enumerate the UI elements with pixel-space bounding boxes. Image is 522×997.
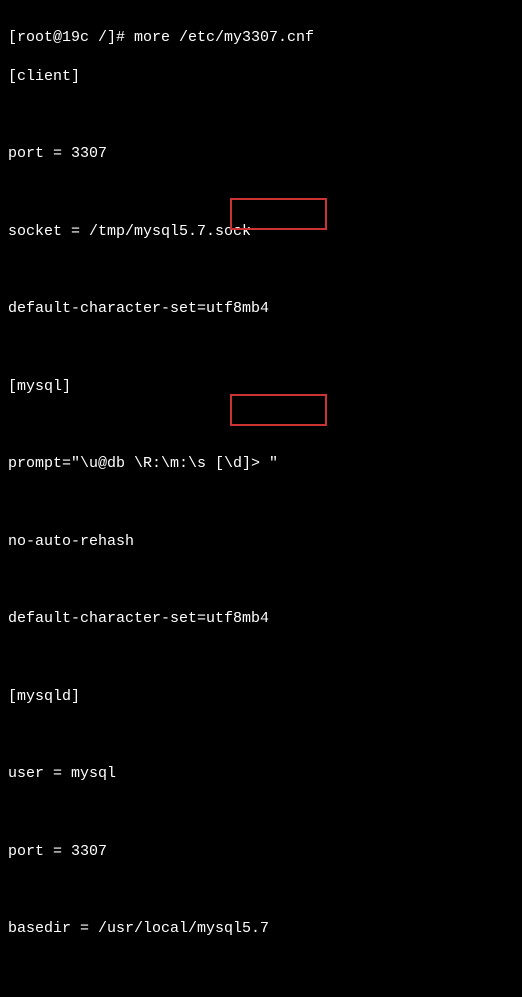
config-line: no-auto-rehash bbox=[8, 532, 514, 552]
terminal-output: [root@19c /]# more /etc/my3307.cnf [clie… bbox=[8, 8, 514, 997]
config-line: [mysql] bbox=[8, 377, 514, 397]
config-line bbox=[8, 416, 514, 435]
config-line: default-character-set=utf8mb4 bbox=[8, 299, 514, 319]
command-line: [root@19c /]# more /etc/my3307.cnf bbox=[8, 28, 514, 48]
prompt: [root@19c /]# bbox=[8, 29, 134, 46]
config-line bbox=[8, 571, 514, 590]
config-line bbox=[8, 493, 514, 512]
config-line bbox=[8, 881, 514, 900]
config-line: prompt="\u@db \R:\m:\s [\d]> " bbox=[8, 454, 514, 474]
config-line: socket = /tmp/mysql5.7.sock bbox=[8, 222, 514, 242]
config-line: basedir = /usr/local/mysql5.7 bbox=[8, 919, 514, 939]
command: more /etc/my3307.cnf bbox=[134, 29, 314, 46]
config-line bbox=[8, 106, 514, 125]
config-line: user = mysql bbox=[8, 764, 514, 784]
config-line bbox=[8, 261, 514, 280]
config-line: default-character-set=utf8mb4 bbox=[8, 609, 514, 629]
config-line bbox=[8, 726, 514, 745]
config-line bbox=[8, 648, 514, 667]
config-line bbox=[8, 338, 514, 357]
config-line: port = 3307 bbox=[8, 842, 514, 862]
config-line bbox=[8, 803, 514, 822]
config-line: [mysqld] bbox=[8, 687, 514, 707]
config-line: [client] bbox=[8, 67, 514, 87]
config-line: port = 3307 bbox=[8, 144, 514, 164]
config-line bbox=[8, 183, 514, 202]
